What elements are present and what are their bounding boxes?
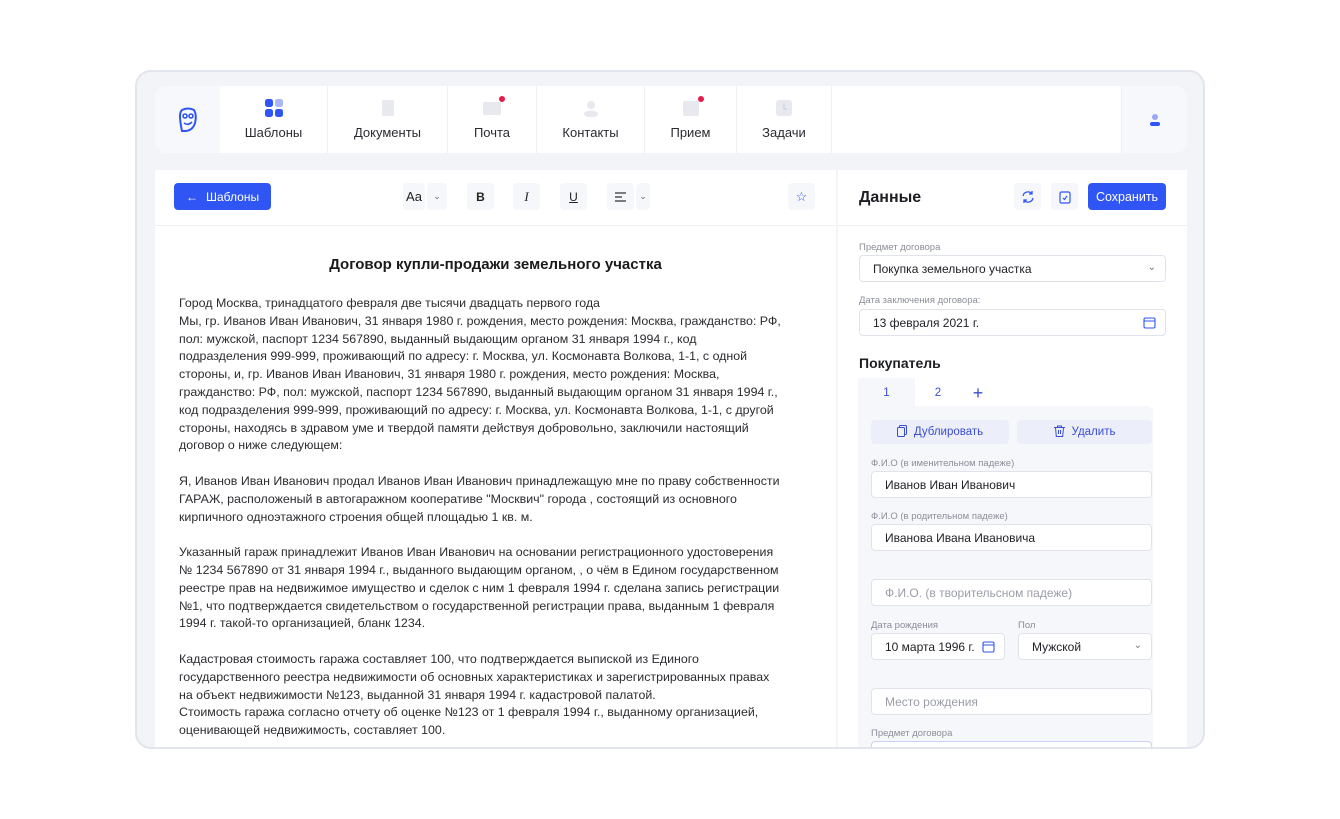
document-line: 1994 г. такой-то организацией, бланк 123… — [179, 616, 426, 631]
document-title: Договор купли-продажи земельного участка — [329, 256, 662, 273]
app-window: Шаблоны Документы Почта Контакты Прием З… — [135, 70, 1205, 749]
document-line: Я, Иванов Иван Иванович продал Иванов Ив… — [179, 473, 780, 488]
font-dropdown-chevron-icon[interactable]: ⌄ — [427, 183, 447, 210]
nav-tab-label: Шаблоны — [244, 125, 303, 140]
clock-icon — [775, 99, 793, 117]
panel-header: Данные Сохранить — [838, 170, 1187, 226]
top-nav: Шаблоны Документы Почта Контакты Прием З… — [155, 86, 1187, 153]
fio-instrumental-input[interactable]: Ф.И.О. (в творительсном падеже) — [871, 579, 1152, 606]
subject-select[interactable]: Покупка земельного участка ⌄ — [859, 255, 1166, 282]
chevron-down-icon: ⌄ — [1133, 640, 1142, 651]
nav-tab-contacts[interactable]: Контакты — [537, 86, 645, 153]
align-dropdown-chevron-icon[interactable]: ⌄ — [636, 183, 650, 210]
delete-button[interactable]: Удалить — [1017, 420, 1152, 444]
notification-badge — [697, 96, 704, 102]
document-line: государственного реестра недвижимости об… — [179, 669, 770, 684]
nav-tab-mail[interactable]: Почта — [448, 86, 537, 153]
sex-value: Мужской — [1032, 639, 1082, 654]
document-icon — [379, 99, 397, 117]
buyer-tab-1[interactable]: 1 — [858, 378, 915, 408]
document-editor: ← Шаблоны Aa ⌄ B I U ⌄ ☆ Договор купли-пр… — [155, 170, 836, 747]
nav-tab-label: Почта — [473, 125, 511, 140]
document-line: № 1234 567890 от 31 января 1994 г., выда… — [179, 562, 779, 577]
document-line: код подразделения 999-999, проживающий п… — [179, 402, 774, 417]
contract-date-field[interactable]: 13 февраля 2021 г. — [859, 309, 1166, 336]
panel-title: Данные — [859, 189, 922, 206]
document-line: договор о ниже следующем: — [179, 438, 343, 453]
notification-badge — [499, 96, 505, 102]
document-line: ГАРАЖ, расположеный в автогаражном коопе… — [179, 491, 737, 506]
document-line: стороны, находясь в здравом уме и твердо… — [179, 420, 749, 435]
underline-button[interactable]: U — [560, 183, 587, 210]
save-button[interactable]: Сохранить — [1088, 183, 1166, 210]
fio-genitive-input[interactable]: Иванова Ивана Ивановича — [871, 524, 1152, 551]
document-line: оценивающей недвижимость, составляет 100… — [179, 723, 446, 738]
birth-date-value: 10 марта 1996 г. — [885, 639, 975, 654]
duplicate-button[interactable]: Дублировать — [871, 420, 1009, 444]
grid-icon — [264, 99, 283, 117]
document-line: на объект недвижимости №123, выданной 31… — [179, 687, 656, 702]
calendar-icon[interactable] — [982, 640, 995, 656]
buyer-form: Дублировать Удалить Ф.И.О (в именительно… — [858, 406, 1153, 747]
document-line: №1, что подтверждается свидетельством о … — [179, 598, 775, 613]
subject-label: Предмет договора — [859, 242, 941, 253]
mail-icon — [483, 96, 505, 117]
document-line: Кадастровая стоимость гаража составляет … — [179, 651, 699, 666]
font-button[interactable]: Aa — [403, 183, 425, 210]
nav-tab-label: Задачи — [762, 125, 806, 140]
editor-toolbar: ← Шаблоны Aa ⌄ B I U ⌄ ☆ — [155, 170, 836, 226]
calendar-icon[interactable] — [1143, 316, 1156, 332]
document-body[interactable]: Договор купли-продажи земельного участка… — [155, 226, 836, 740]
arrow-left-icon: ← — [186, 189, 198, 204]
nav-tab-reception[interactable]: Прием — [645, 86, 737, 153]
nav-tab-label: Контакты — [562, 125, 619, 140]
star-icon[interactable]: ☆ — [788, 183, 815, 210]
nav-tab-label: Документы — [353, 125, 421, 140]
document-line: кирпичного одноэтажного строения общей п… — [179, 509, 533, 524]
bold-button[interactable]: B — [467, 183, 494, 210]
fio-nominative-label: Ф.И.О (в именительном падеже) — [871, 458, 1015, 469]
document-line: Указанный гараж принадлежит Иванов Иван … — [179, 545, 774, 560]
align-icon[interactable] — [607, 183, 634, 210]
calendar-icon — [682, 96, 704, 117]
owl-logo-icon[interactable] — [155, 86, 220, 153]
trash-icon — [1053, 425, 1065, 440]
document-line: подразделения 999-999, проживающий по ад… — [179, 349, 748, 364]
sex-select[interactable]: Мужской ⌄ — [1018, 633, 1152, 660]
fio-genitive-label: Ф.И.О (в родительном падеже) — [871, 511, 1008, 522]
user-avatar-icon[interactable] — [1122, 86, 1187, 153]
document-line: пол: мужской, паспорт 1234 567890, выдан… — [179, 331, 697, 346]
birth-date-label: Дата рождения — [871, 620, 939, 631]
document-line: Город Москва, тринадцатого февраля две т… — [179, 296, 600, 310]
sex-label: Пол — [1018, 620, 1036, 631]
date-value: 13 февраля 2021 г. — [873, 315, 980, 330]
chevron-down-icon: ⌄ — [1147, 262, 1156, 273]
document-line: стороны, и, гр. Иванов Иван Иванович, 31… — [179, 367, 720, 382]
document-line: Мы, гр. Иванов Иван Иванович, 31 января … — [179, 313, 781, 328]
copy-icon — [896, 424, 907, 440]
nav-tab-label: Прием — [670, 125, 711, 140]
subject2-input[interactable] — [871, 741, 1152, 747]
clipboard-check-icon[interactable] — [1051, 183, 1078, 210]
subject2-label: Предмет договора — [871, 728, 953, 739]
document-line: реестре прав на недвижимое имущество и с… — [179, 580, 780, 595]
refresh-icon[interactable] — [1014, 183, 1041, 210]
date-label: Дата заключения договора: — [859, 295, 981, 306]
nav-tab-templates[interactable]: Шаблоны — [220, 86, 328, 153]
document-line: Стоимость гаража согласно отчету об оцен… — [179, 705, 759, 720]
contacts-icon — [582, 99, 600, 118]
italic-button[interactable]: I — [513, 183, 540, 210]
fio-nominative-input[interactable]: Иванов Иван Иванович — [871, 471, 1152, 498]
back-to-templates-button[interactable]: ← Шаблоны — [174, 183, 272, 210]
buyer-section-title: Покупатель — [859, 355, 941, 371]
subject-value: Покупка земельного участка — [873, 261, 1032, 276]
nav-tab-documents[interactable]: Документы — [328, 86, 448, 153]
birth-date-field[interactable]: 10 марта 1996 г. — [871, 633, 1005, 660]
birthplace-input[interactable]: Место рождения — [871, 688, 1152, 715]
nav-tab-tasks[interactable]: Задачи — [737, 86, 832, 153]
document-line: гражданство: РФ, пол: мужской, паспорт 1… — [179, 384, 778, 399]
buyer-tab-2[interactable]: 2 — [923, 378, 953, 408]
data-panel: Данные Сохранить Предмет договора Покупк… — [838, 170, 1187, 747]
add-buyer-plus-icon[interactable]: + — [965, 378, 991, 408]
